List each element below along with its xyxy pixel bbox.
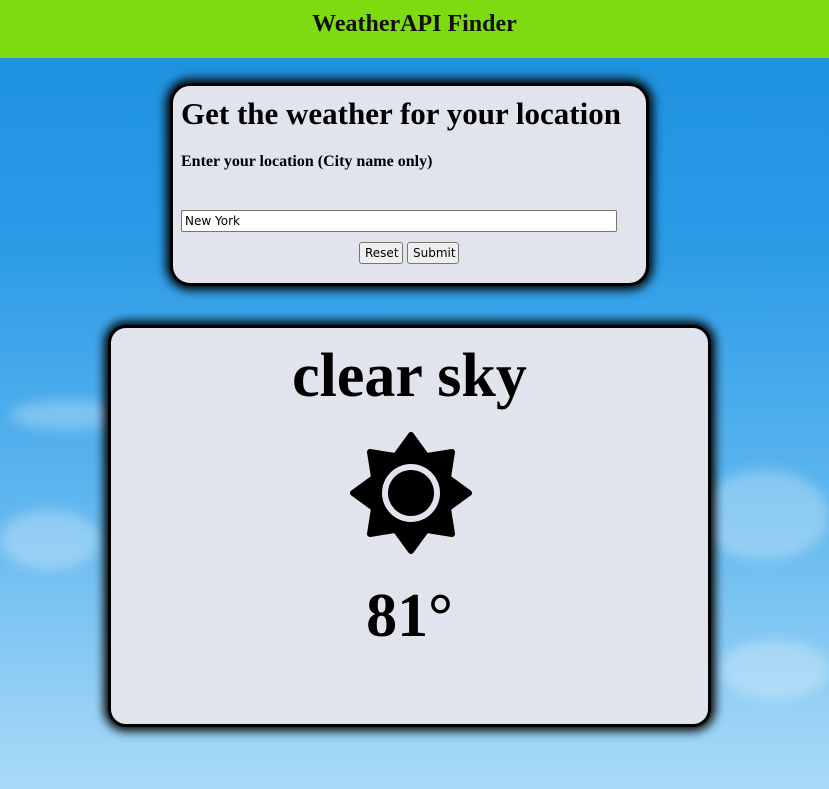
submit-button[interactable]: Submit [407, 242, 459, 264]
search-card: Get the weather for your location Enter … [170, 83, 649, 286]
weather-condition: clear sky [292, 342, 527, 410]
sun-icon [350, 432, 472, 554]
location-input[interactable] [181, 210, 617, 232]
app-title: WeatherAPI Finder [312, 10, 517, 37]
weather-card: clear sky 81° [108, 325, 711, 727]
reset-button[interactable]: Reset [359, 242, 403, 264]
cloud-decoration [720, 640, 829, 700]
temperature-display: 81° [366, 582, 453, 650]
search-heading: Get the weather for your location [181, 96, 621, 131]
location-label: Enter your location (City name only) [181, 153, 433, 170]
cloud-decoration [700, 470, 829, 560]
app-header: WeatherAPI Finder [0, 0, 829, 58]
cloud-decoration [0, 510, 100, 570]
